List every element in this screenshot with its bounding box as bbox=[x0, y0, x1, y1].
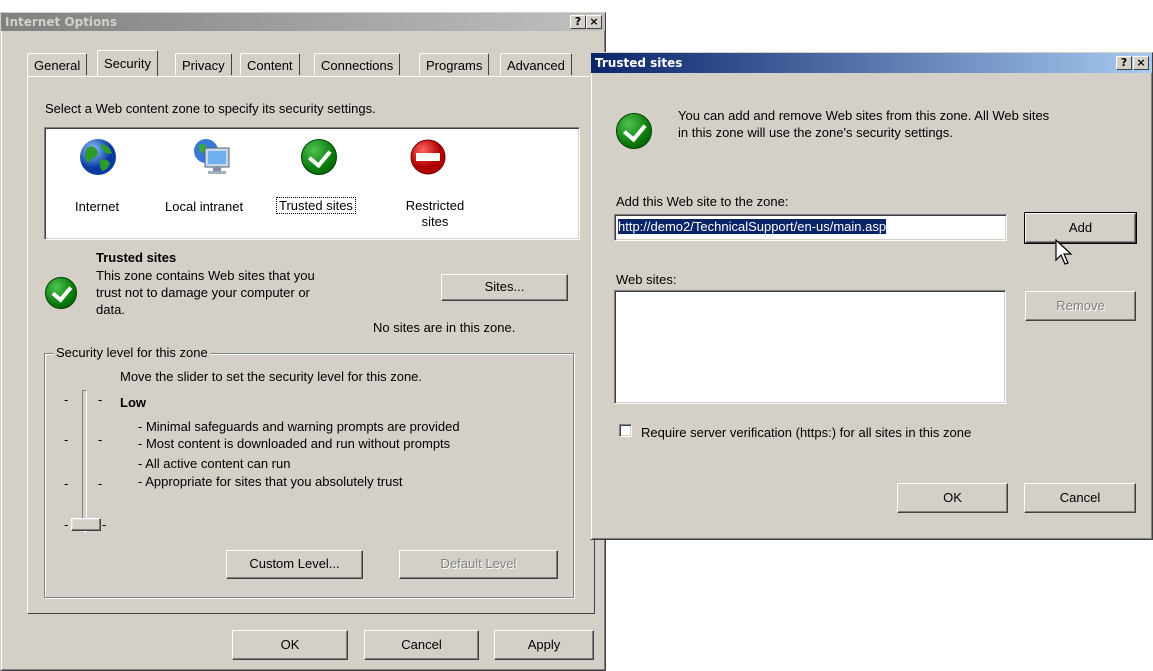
apply-button[interactable]: Apply bbox=[494, 630, 594, 660]
slider-tick: - bbox=[64, 432, 69, 447]
dialog-title: Trusted sites bbox=[595, 56, 683, 70]
slider-tick: - bbox=[64, 517, 69, 532]
zone-restricted-sites-label: Restricted sites bbox=[405, 198, 465, 229]
zone-description-line3: data. bbox=[96, 302, 125, 317]
slider-instruction: Move the slider to set the security leve… bbox=[120, 369, 423, 384]
custom-level-button[interactable]: Custom Level... bbox=[226, 550, 363, 579]
dialog-cancel-button[interactable]: Cancel bbox=[1024, 483, 1136, 513]
level-bullet-4: - Appropriate for sites that you absolut… bbox=[138, 474, 403, 489]
tab-security[interactable]: Security bbox=[97, 50, 158, 76]
dialog-description-line2: in this zone will use the zone's securit… bbox=[678, 125, 953, 140]
no-sites-text: No sites are in this zone. bbox=[373, 320, 516, 335]
zone-trusted-sites-label: Trusted sites bbox=[276, 197, 356, 214]
restricted-no-entry-icon bbox=[410, 139, 446, 175]
slider-tick: - bbox=[98, 432, 103, 447]
level-bullet-3: - All active content can run bbox=[138, 456, 291, 471]
security-level-name: Low bbox=[120, 395, 146, 410]
websites-label: Web sites: bbox=[616, 272, 677, 287]
slider-tick: - bbox=[98, 476, 103, 491]
cancel-button[interactable]: Cancel bbox=[364, 630, 479, 660]
zone-restricted-sites[interactable]: Restricted sites bbox=[385, 134, 485, 234]
slider-tick: - bbox=[102, 517, 107, 532]
dialog-help-button[interactable]: ? bbox=[1116, 56, 1132, 70]
add-site-label: Add this Web site to the zone: bbox=[616, 194, 789, 209]
zone-description-line1: This zone contains Web sites that you bbox=[96, 268, 315, 283]
default-level-button[interactable]: Default Level bbox=[399, 550, 558, 579]
level-bullet-1: - Minimal safeguards and warning prompts… bbox=[138, 419, 460, 434]
level-bullet-2: - Most content is downloaded and run wit… bbox=[138, 436, 451, 451]
site-url-input[interactable]: http://demo2/TechnicalSupport/en-us/main… bbox=[614, 214, 1007, 241]
slider-tick: - bbox=[64, 392, 69, 407]
globe-icon bbox=[80, 139, 116, 175]
sites-button[interactable]: Sites... bbox=[441, 274, 568, 301]
zone-internet-label: Internet bbox=[75, 199, 120, 214]
security-slider[interactable]: - - - - - - - - bbox=[58, 390, 118, 540]
slider-track bbox=[82, 390, 87, 532]
help-button[interactable]: ? bbox=[570, 15, 586, 29]
mouse-cursor-icon bbox=[1055, 239, 1073, 265]
require-https-checkbox[interactable] bbox=[619, 424, 632, 437]
window-title: Internet Options bbox=[5, 15, 117, 29]
trusted-check-icon bbox=[301, 139, 337, 175]
slider-thumb[interactable] bbox=[71, 518, 101, 531]
add-button[interactable]: Add bbox=[1024, 212, 1137, 244]
tab-strip: General Security Privacy Content Connect… bbox=[27, 50, 597, 77]
zone-internet[interactable]: Internet bbox=[63, 134, 133, 224]
remove-button[interactable]: Remove bbox=[1025, 291, 1136, 321]
zone-local-intranet[interactable]: Local intranet bbox=[163, 134, 263, 224]
slider-tick: - bbox=[64, 476, 69, 491]
zone-heading: Trusted sites bbox=[96, 250, 177, 265]
dialog-close-button[interactable]: × bbox=[1133, 56, 1149, 70]
zone-info-check-icon bbox=[45, 277, 77, 309]
zone-description-line2: trust not to damage your computer or bbox=[96, 285, 310, 300]
internet-options-titlebar[interactable]: Internet Options ? × bbox=[1, 13, 605, 31]
zone-list: Internet Local intranet Trusted sites Re… bbox=[44, 127, 580, 240]
tab-general[interactable]: General bbox=[27, 53, 88, 75]
tab-content[interactable]: Content bbox=[240, 53, 300, 75]
ok-button[interactable]: OK bbox=[232, 630, 348, 660]
trusted-sites-titlebar[interactable]: Trusted sites ? × bbox=[591, 53, 1152, 73]
intranet-computer-icon bbox=[194, 139, 230, 174]
zone-local-intranet-label: Local intranet bbox=[165, 199, 244, 214]
dialog-description-line1: You can add and remove Web sites from th… bbox=[678, 108, 1050, 123]
zone-trusted-sites[interactable]: Trusted sites bbox=[276, 134, 377, 224]
tab-privacy[interactable]: Privacy bbox=[175, 53, 232, 75]
select-zone-text: Select a Web content zone to specify its… bbox=[45, 101, 376, 116]
dialog-check-icon bbox=[616, 113, 652, 149]
security-level-legend: Security level for this zone bbox=[53, 345, 211, 360]
tab-advanced[interactable]: Advanced bbox=[500, 53, 572, 75]
require-https-label[interactable]: Require server verification (https:) for… bbox=[641, 425, 971, 440]
tab-programs[interactable]: Programs bbox=[419, 53, 490, 75]
site-url-value: http://demo2/TechnicalSupport/en-us/main… bbox=[618, 219, 887, 234]
websites-list[interactable] bbox=[614, 290, 1006, 404]
dialog-ok-button[interactable]: OK bbox=[897, 483, 1008, 513]
slider-tick: - bbox=[98, 392, 103, 407]
tab-connections[interactable]: Connections bbox=[314, 53, 401, 75]
close-button[interactable]: × bbox=[586, 15, 602, 29]
